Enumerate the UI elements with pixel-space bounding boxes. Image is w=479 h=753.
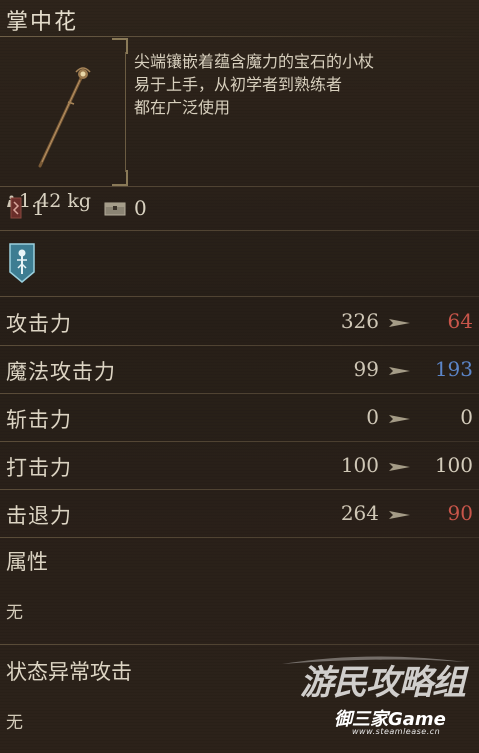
stat-row-slash: 斩击力 0 0 [0, 394, 479, 442]
stat-new-value: 64 [447, 309, 473, 333]
stat-new-value: 90 [447, 501, 473, 525]
stat-row-knockback: 击退力 264 90 [0, 490, 479, 538]
status-effect-label: 状态异常攻击 [6, 660, 132, 684]
watermark-main: 游民攻略组 [300, 663, 466, 703]
upgrade-arrow-icon [389, 367, 410, 375]
stat-base-value: 264 [340, 501, 379, 525]
description-line: 都在广泛使用 [134, 98, 231, 117]
upgrade-arrow-icon [389, 511, 410, 519]
frame-side [125, 52, 126, 172]
description-line: 尖端镶嵌着蕴含魔力的宝石的小杖 [134, 52, 375, 71]
stat-label: 攻击力 [6, 312, 72, 336]
item-image-panel: 1.42 kg [0, 38, 128, 212]
skill-icon [9, 243, 35, 283]
requirement-slot-a: 1 [8, 196, 45, 220]
stat-row-attack: 攻击力 326 64 [0, 298, 479, 346]
stat-label: 斩击力 [6, 408, 72, 432]
stat-label: 击退力 [6, 504, 72, 528]
stat-base-value: 326 [340, 309, 379, 333]
status-effect-value: 无 [6, 713, 23, 733]
requirement-value: 1 [32, 196, 45, 220]
divider [0, 296, 479, 297]
stat-label: 打击力 [6, 456, 72, 480]
frame-corner-bottom [112, 170, 128, 186]
attribute-value: 无 [6, 603, 23, 623]
requirement-slot-b: 0 [104, 196, 147, 220]
item-title: 掌中花 [6, 10, 79, 35]
requirement-icon [10, 197, 22, 219]
watermark-url: www.steamlease.cn [352, 727, 441, 736]
attribute-label: 属性 [6, 550, 48, 574]
stat-base-value: 0 [366, 405, 379, 429]
divider [0, 644, 479, 645]
upgrade-arrow-icon [389, 415, 410, 423]
stat-row-magic-attack: 魔法攻击力 99 193 [0, 346, 479, 394]
stat-label: 魔法攻击力 [6, 360, 116, 384]
divider [0, 537, 479, 538]
requirement-value: 0 [134, 196, 147, 220]
stat-new-value: 100 [434, 453, 473, 477]
divider [0, 186, 479, 187]
stat-row-strike: 打击力 100 100 [0, 442, 479, 490]
storage-chest-icon [104, 202, 126, 216]
title-divider [0, 36, 479, 37]
item-description: 尖端镶嵌着蕴含魔力的宝石的小杖 易于上手，从初学者到熟练者 都在广泛使用 [134, 50, 470, 119]
divider [0, 230, 479, 231]
stat-new-value: 193 [434, 357, 473, 381]
stat-base-value: 100 [340, 453, 379, 477]
stat-new-value: 0 [460, 405, 473, 429]
wand-icon [38, 67, 91, 168]
upgrade-arrow-icon [389, 463, 410, 471]
stat-base-value: 99 [353, 357, 379, 381]
description-line: 易于上手，从初学者到熟练者 [134, 75, 343, 94]
upgrade-arrow-icon [389, 319, 410, 327]
